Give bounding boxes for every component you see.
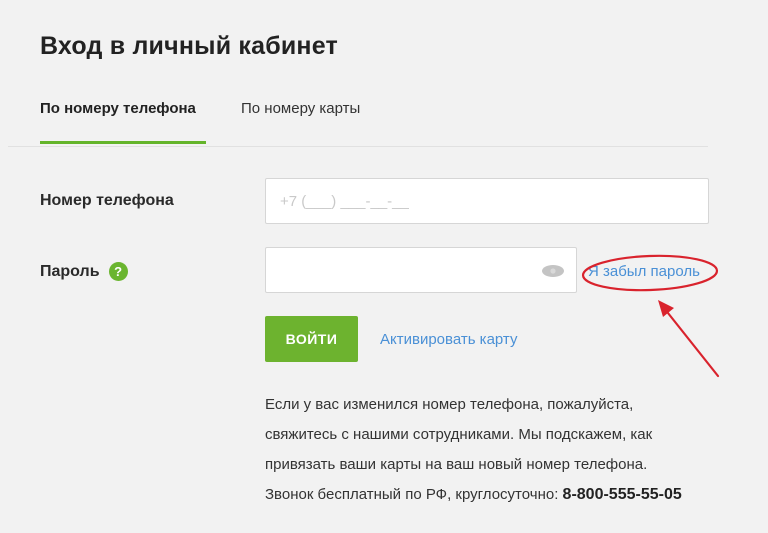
annotation-arrow	[658, 300, 720, 378]
phone-input[interactable]	[265, 178, 709, 224]
tab-by-card[interactable]: По номеру карты	[241, 100, 360, 117]
activate-card-link[interactable]: Активировать карту	[380, 331, 517, 348]
hotline-text: Звонок бесплатный по РФ, круглосуточно:	[265, 486, 563, 503]
page-title: Вход в личный кабинет	[40, 32, 338, 60]
help-icon[interactable]: ?	[108, 262, 128, 281]
hotline-phone: 8-800-555-55-05	[562, 486, 682, 503]
password-label: Пароль	[40, 262, 100, 280]
active-tab-indicator	[40, 141, 206, 144]
info-line: свяжитесь с нашими сотрудниками. Мы подс…	[265, 426, 653, 443]
info-text: Если у вас изменился номер телефона, пож…	[265, 390, 725, 510]
info-line: привязать ваши карты на ваш новый номер …	[265, 456, 648, 473]
forgot-password-link[interactable]: Я забыл пароль	[588, 263, 700, 280]
login-button[interactable]: ВОЙТИ	[265, 316, 358, 362]
info-line: Если у вас изменился номер телефона, пож…	[265, 396, 634, 413]
hotline-line: Звонок бесплатный по РФ, круглосуточно: …	[265, 480, 725, 510]
password-input[interactable]	[265, 247, 577, 293]
login-tabs: По номеру телефона По номеру карты	[8, 96, 708, 147]
phone-label: Номер телефона	[40, 192, 174, 209]
tab-by-phone[interactable]: По номеру телефона	[40, 100, 196, 117]
password-label-row: Пароль ?	[40, 262, 128, 281]
eye-icon[interactable]	[541, 264, 565, 278]
